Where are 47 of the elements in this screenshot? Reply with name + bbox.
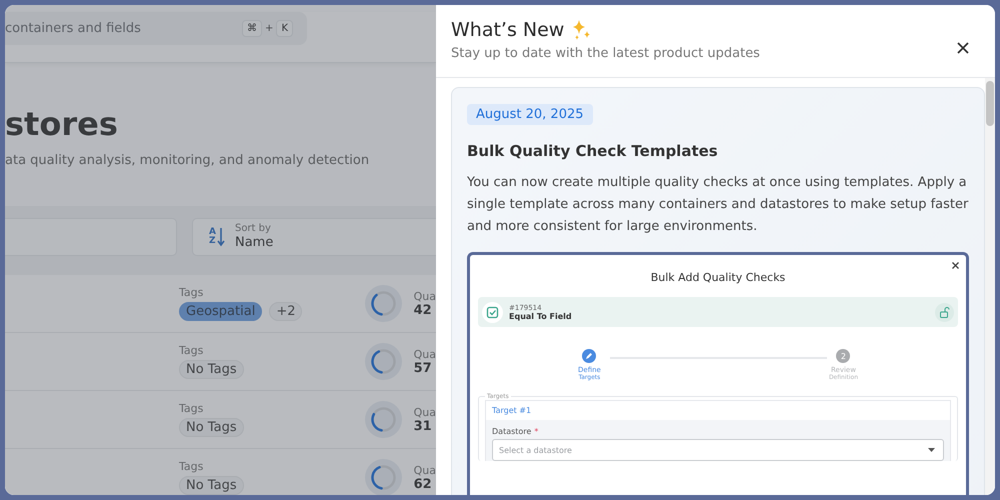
- shortcut-key: ⌘: [242, 20, 262, 37]
- search-field[interactable]: containers and fields ⌘ + K: [5, 12, 307, 45]
- no-tags-chip: No Tags: [179, 360, 244, 379]
- shortcut-key: K: [276, 20, 293, 37]
- metric-value: 42: [414, 302, 433, 318]
- metric-value: 62: [414, 476, 433, 492]
- metric-label: Qua: [414, 406, 436, 418]
- scrollbar-thumb[interactable]: [986, 81, 994, 126]
- close-icon: [951, 261, 960, 270]
- caret-icon: [928, 448, 935, 452]
- date-badge: August 20, 2025: [467, 104, 593, 125]
- metric-label: Qua: [414, 348, 436, 360]
- scrollbar[interactable]: [985, 78, 995, 495]
- tags-label: Tags: [179, 460, 204, 473]
- drawer-title: What’s New: [451, 19, 564, 41]
- dialog-title: Bulk Add Quality Checks: [650, 270, 786, 284]
- drawer-subtitle: Stay up to date with the latest product updates: [451, 46, 760, 61]
- shortcut-joiner: +: [265, 23, 274, 34]
- step-indicator: 2: [836, 349, 850, 363]
- no-tags-chip: No Tags: [179, 476, 244, 495]
- datastore-select[interactable]: Select a datastore: [492, 439, 944, 461]
- metric-label: Qua: [414, 290, 436, 302]
- page-subtitle: ata quality analysis, monitoring, and anomaly detection: [5, 153, 370, 168]
- update-description: You can now create multiple quality checks at once using templates. Apply a single template across many containers and datastores to make setup faster and more consistent for large environments.: [467, 174, 969, 236]
- tag-chip[interactable]: Geospatial: [179, 302, 262, 321]
- field-label: Datastore: [492, 427, 532, 436]
- sort-dropdown[interactable]: A Z Sort by Name: [192, 218, 436, 256]
- update-title: Bulk Quality Check Templates: [467, 142, 719, 160]
- metric-value: 57: [414, 360, 433, 376]
- target-header: Target #1: [486, 401, 950, 420]
- more-tags-chip[interactable]: +2: [269, 302, 302, 321]
- search-input[interactable]: containers and fields: [5, 21, 242, 36]
- tags-label: Tags: [179, 286, 204, 299]
- unlock-icon: [935, 302, 954, 322]
- metric-value: 31: [414, 418, 433, 434]
- check-name: Equal To Field: [509, 312, 572, 320]
- progress-ring: [364, 401, 402, 438]
- progress-ring: [364, 343, 402, 380]
- required-mark: *: [534, 427, 538, 436]
- page-title: stores: [5, 105, 119, 143]
- checked-note-icon: [482, 302, 503, 322]
- tags-label: Tags: [179, 344, 204, 357]
- tags-label: Tags: [179, 402, 204, 415]
- progress-ring: [364, 285, 402, 322]
- filter-field[interactable]: [5, 218, 177, 256]
- metric-label: Qua: [414, 464, 436, 476]
- no-tags-chip: No Tags: [179, 418, 244, 437]
